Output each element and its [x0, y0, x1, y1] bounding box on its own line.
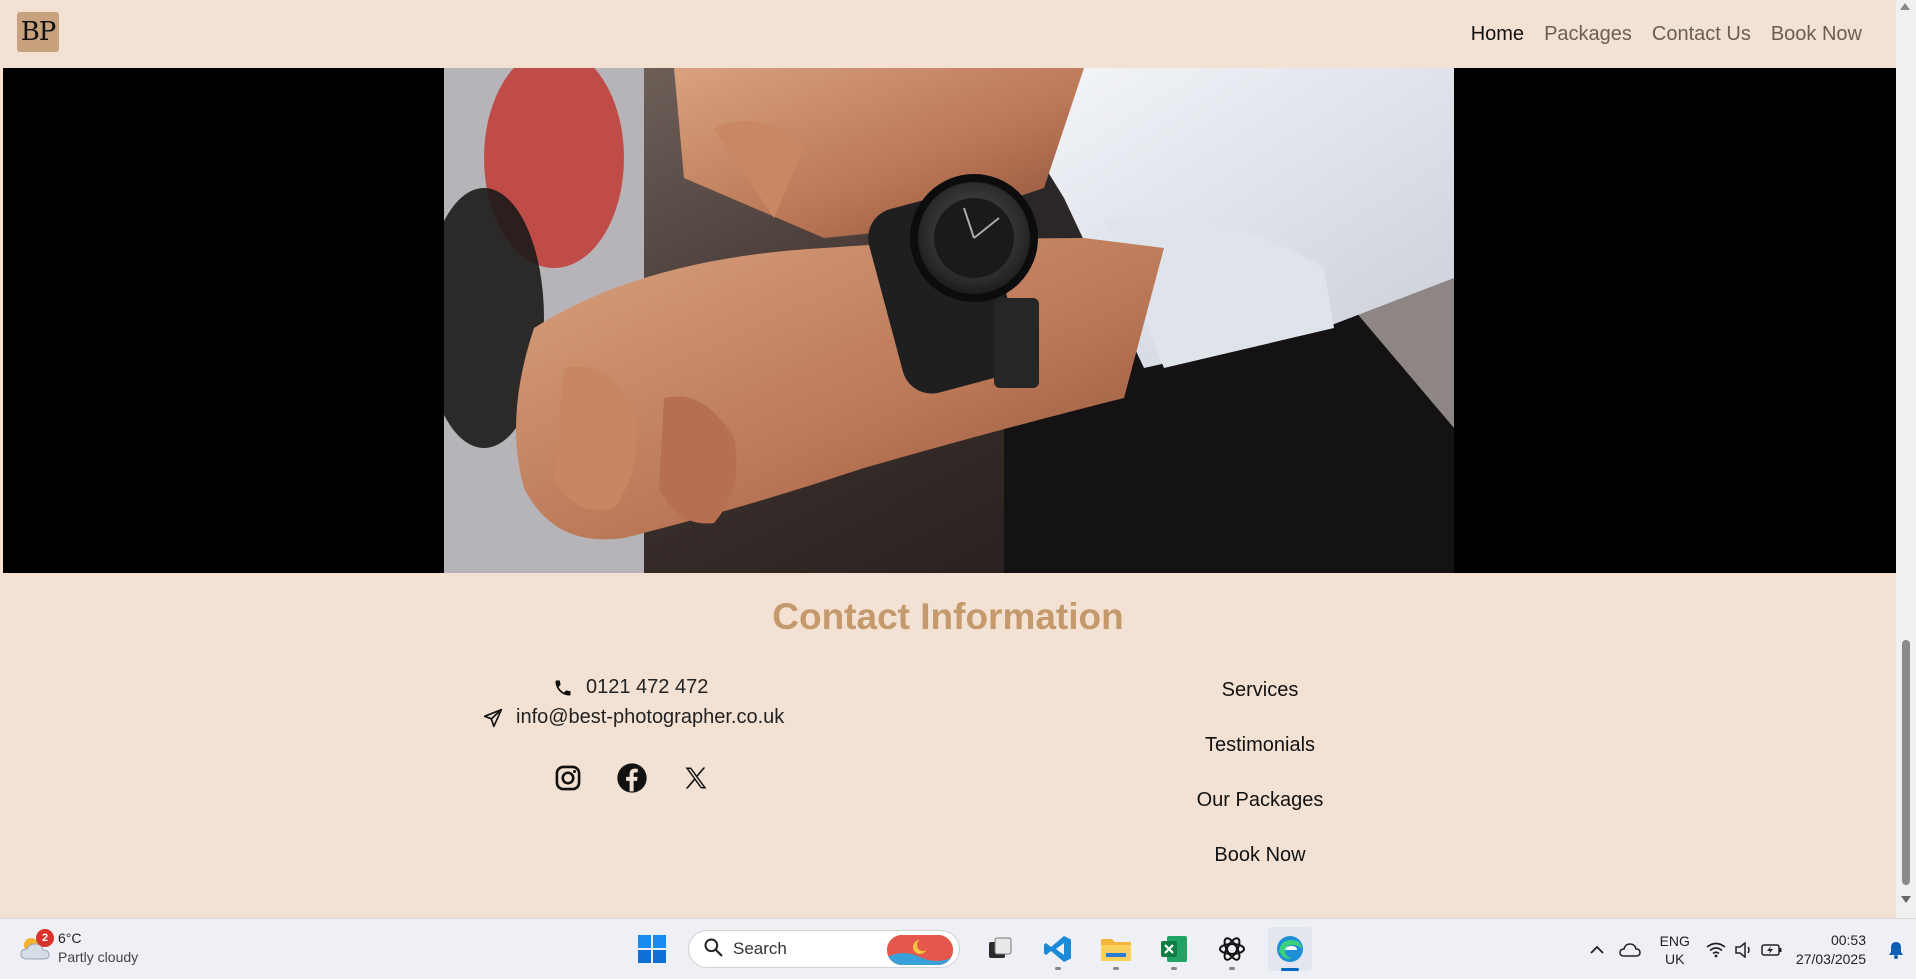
search-icon: [703, 937, 723, 962]
site-logo[interactable]: BP: [17, 12, 59, 52]
nav-link-home[interactable]: Home: [1461, 23, 1534, 46]
weather-condition: Partly cloudy: [58, 949, 139, 965]
notification-bell-icon[interactable]: [1882, 941, 1910, 959]
footer-links: Services Testimonials Our Packages Book …: [1160, 672, 1360, 892]
footer-link-services[interactable]: Services: [1222, 672, 1299, 727]
nav-link-contact-us[interactable]: Contact Us: [1642, 23, 1761, 46]
chevron-up-icon[interactable]: [1582, 945, 1612, 955]
volume-icon[interactable]: [1730, 941, 1758, 958]
language-region: UK: [1665, 950, 1685, 967]
nav-link-packages[interactable]: Packages: [1534, 23, 1642, 46]
excel-icon[interactable]: [1152, 927, 1196, 971]
paper-plane-icon: [482, 707, 504, 729]
footer-link-book-now[interactable]: Book Now: [1214, 837, 1305, 892]
scrollbar-thumb[interactable]: [1902, 640, 1910, 885]
nav-links: Home Packages Contact Us Book Now: [1461, 0, 1872, 68]
nav-link-book-now[interactable]: Book Now: [1761, 23, 1872, 46]
scroll-down-arrow-icon[interactable]: [1901, 896, 1911, 903]
start-icon[interactable]: [630, 927, 674, 971]
weather-widget[interactable]: 2 6°C Partly cloudy: [18, 929, 138, 967]
onedrive-icon[interactable]: [1612, 942, 1648, 958]
contact-email[interactable]: info@best-photographer.co.uk: [482, 706, 784, 729]
taskbar-apps: Search: [630, 927, 1312, 971]
footer-link-testimonials[interactable]: Testimonials: [1205, 727, 1315, 782]
partly-cloudy-icon: 2: [18, 929, 54, 965]
system-tray: ENG UK 00:53 27/03/2025: [1582, 919, 1916, 979]
search-placeholder: Search: [733, 939, 787, 958]
social-links: [552, 762, 712, 794]
clock-time: 00:53: [1830, 931, 1866, 948]
hero-video[interactable]: [3, 68, 1896, 573]
task-view-icon[interactable]: [978, 927, 1022, 971]
instagram-icon[interactable]: [552, 762, 584, 794]
hero-photo: [444, 68, 1454, 573]
scroll-up-arrow-icon[interactable]: [1900, 3, 1910, 10]
email-address: info@best-photographer.co.uk: [516, 706, 785, 728]
weather-temp: 6°C: [58, 930, 82, 946]
taskbar-clock[interactable]: 00:53 27/03/2025: [1796, 931, 1866, 969]
web-page: BP Home Packages Contact Us Book Now Con…: [0, 0, 1896, 918]
phone-icon: [552, 677, 574, 699]
chatgpt-icon[interactable]: [1210, 927, 1254, 971]
top-navbar: BP Home Packages Contact Us Book Now: [0, 0, 1896, 68]
facebook-icon[interactable]: [616, 762, 648, 794]
weather-badge: 2: [36, 929, 54, 947]
wifi-icon[interactable]: [1702, 942, 1730, 958]
clock-date: 27/03/2025: [1795, 950, 1866, 967]
contact-phone[interactable]: 0121 472 472: [552, 676, 708, 699]
windows-taskbar: 2 6°C Partly cloudy Search ENG UK 00:53 …: [0, 918, 1916, 979]
vscode-icon[interactable]: [1036, 927, 1080, 971]
contact-title: Contact Information: [772, 596, 1124, 637]
search-highlight-icon: [887, 935, 953, 965]
edge-icon[interactable]: [1268, 927, 1312, 971]
wristwatch-photo-icon: [444, 68, 1454, 573]
footer-link-our-packages[interactable]: Our Packages: [1197, 782, 1324, 837]
page-scrollbar[interactable]: [1896, 0, 1916, 918]
x-icon[interactable]: [680, 762, 712, 794]
language-code: ENG: [1659, 932, 1690, 949]
phone-number: 0121 472 472: [586, 676, 709, 698]
file-explorer-icon[interactable]: [1094, 927, 1138, 971]
battery-icon[interactable]: [1758, 942, 1786, 958]
taskbar-search[interactable]: Search: [688, 930, 960, 968]
language-indicator[interactable]: ENG UK: [1660, 932, 1690, 968]
